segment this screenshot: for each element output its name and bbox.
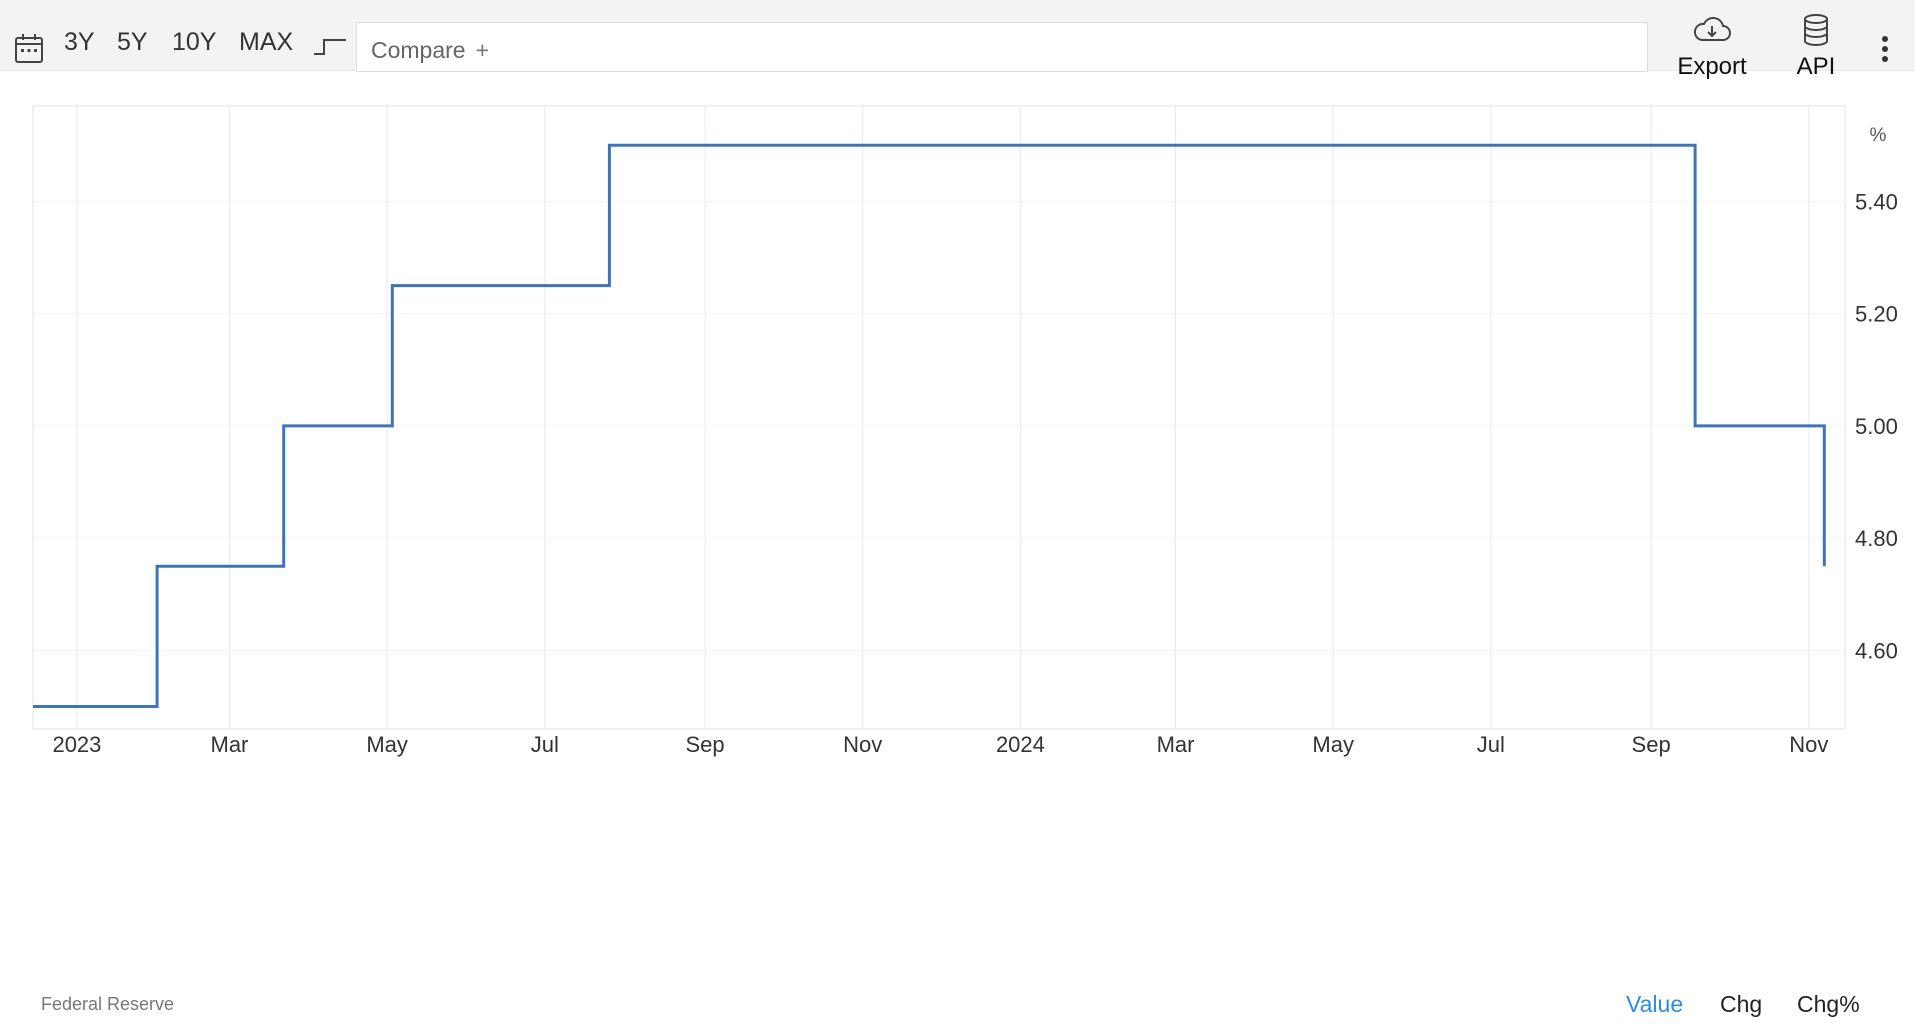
x-tick-label: Jul — [1477, 732, 1505, 757]
y-tick-label: 4.80 — [1855, 526, 1898, 551]
x-tick-label: 2024 — [996, 732, 1045, 757]
x-tick-label: Mar — [1157, 732, 1195, 757]
x-tick-label: Mar — [211, 732, 249, 757]
x-tick-label: Sep — [685, 732, 724, 757]
x-tick-label: 2023 — [52, 732, 101, 757]
y-tick-label: 5.00 — [1855, 414, 1898, 439]
y-tick-label: 5.20 — [1855, 302, 1898, 327]
series-line — [33, 143, 1826, 708]
plot-area — [32, 105, 1846, 730]
source-label: Federal Reserve — [41, 994, 175, 1014]
y-tick-label: 5.40 — [1855, 189, 1898, 214]
x-tick-label: May — [1312, 732, 1354, 757]
y-tick-label: 4.60 — [1855, 638, 1898, 663]
x-tick-label: May — [366, 732, 408, 757]
x-tick-label: Nov — [1789, 732, 1828, 757]
x-tick-label: Sep — [1632, 732, 1671, 757]
rate-chart: 2023 Mar May Jul Sep Nov 2024 Mar May Jul Sep Nov 4.… — [32, 105, 1898, 757]
y-unit-label: % — [1870, 125, 1887, 146]
chg-tab[interactable]: Chg — [1720, 991, 1762, 1018]
x-tick-label: Nov — [843, 732, 882, 757]
value-tab[interactable]: Value — [1626, 991, 1683, 1018]
x-tick-label: Jul — [531, 732, 559, 757]
chg-percent-tab[interactable]: Chg% — [1797, 991, 1860, 1018]
